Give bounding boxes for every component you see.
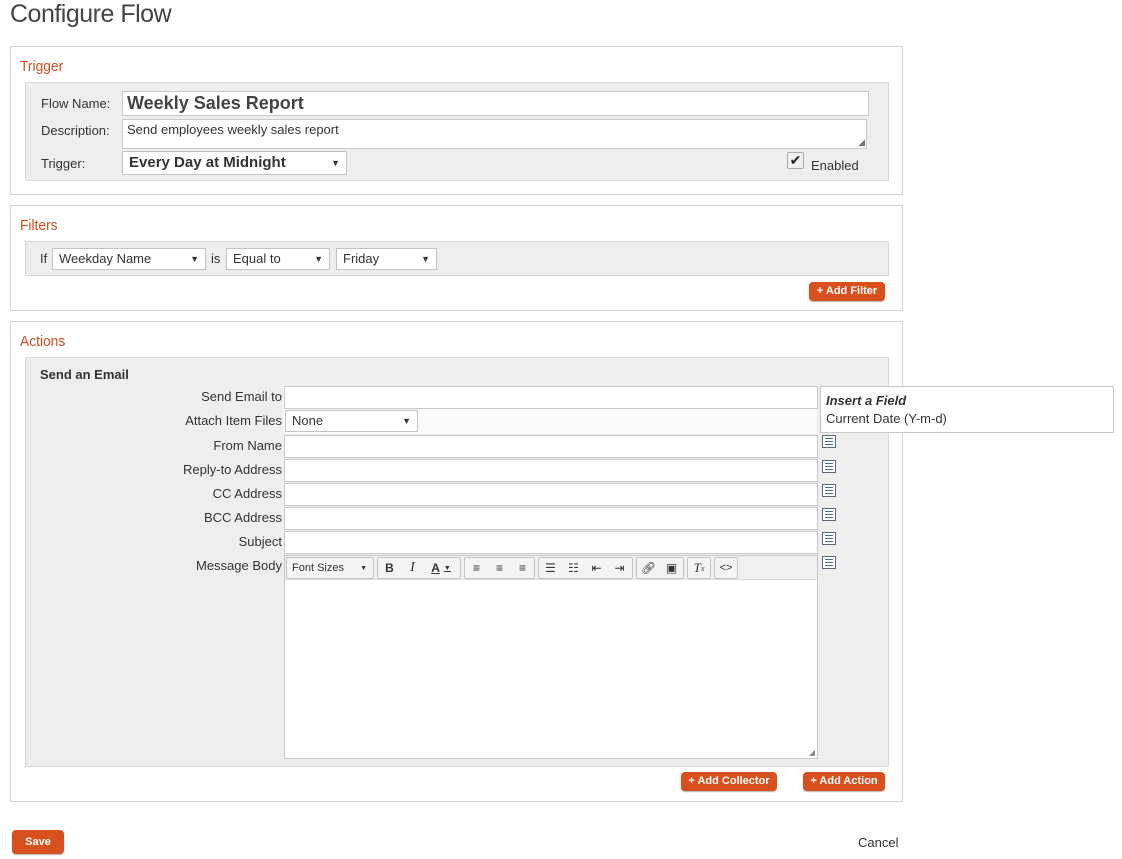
filter-operator-value: Equal to <box>233 251 281 266</box>
bold-icon[interactable]: B <box>378 558 401 578</box>
image-icon[interactable]: ▣ <box>660 558 683 578</box>
filter-is-label: is <box>211 251 221 266</box>
chevron-down-icon: ▼ <box>402 416 411 426</box>
chevron-down-icon: ▼ <box>190 254 199 264</box>
filter-value-select[interactable]: Friday ▼ <box>336 248 437 270</box>
insert-field-popover: Insert a Field Current Date (Y-m-d) <box>820 386 1114 433</box>
chevron-down-icon: ▼ <box>360 564 367 572</box>
chevron-down-icon: ▼ <box>421 254 430 264</box>
font-size-select[interactable]: Font Sizes ▼ <box>286 557 374 579</box>
source-group: <> <box>714 557 738 579</box>
link-icon[interactable]: 🔗︎ <box>637 558 660 578</box>
align-group: ≡ ≡ ≡ <box>464 557 535 579</box>
actions-section-title: Actions <box>20 333 66 350</box>
filter-field-select[interactable]: Weekday Name ▼ <box>52 248 206 270</box>
page-title: Configure Flow <box>10 0 172 28</box>
add-filter-button[interactable]: + Add Filter <box>809 282 885 301</box>
description-label: Description: <box>41 123 110 138</box>
reply-to-label: Reply-to Address <box>183 462 282 477</box>
cc-label: CC Address <box>212 486 282 501</box>
insert-field-option[interactable]: Current Date (Y-m-d) <box>826 411 947 426</box>
source-code-icon[interactable]: <> <box>715 558 737 578</box>
enabled-label: Enabled <box>811 158 859 173</box>
italic-icon[interactable]: I <box>401 558 424 578</box>
insert-group: 🔗︎ ▣ <box>636 557 684 579</box>
flow-name-value: Weekly Sales Report <box>127 93 304 113</box>
bullet-list-icon[interactable]: ☰ <box>539 558 562 578</box>
outdent-icon[interactable]: ⇤ <box>585 558 608 578</box>
chevron-down-icon: ▼ <box>314 254 323 264</box>
resize-handle-icon[interactable]: ◢ <box>858 137 865 148</box>
send-email-heading: Send an Email <box>40 367 129 382</box>
format-group: B I A ▼ <box>377 557 461 579</box>
insert-field-title: Insert a Field <box>826 393 907 408</box>
trigger-panel: Flow Name: Weekly Sales Report Descripti… <box>25 82 889 181</box>
send-to-input[interactable] <box>284 386 818 409</box>
reply-to-input[interactable] <box>284 459 818 482</box>
bcc-label: BCC Address <box>203 510 282 525</box>
subject-input[interactable] <box>284 531 818 554</box>
filter-operator-select[interactable]: Equal to ▼ <box>226 248 330 270</box>
description-textarea[interactable]: Send employees weekly sales report ◢ <box>122 119 867 149</box>
trigger-section: Trigger Flow Name: Weekly Sales Report D… <box>10 46 903 195</box>
message-body-label: Message Body <box>196 558 282 573</box>
send-to-label: Send Email to <box>201 389 282 404</box>
clear-format-group: Tx <box>687 557 711 579</box>
cc-input[interactable] <box>284 483 818 506</box>
filters-section-title: Filters <box>20 217 58 234</box>
filter-compare-value: Friday <box>343 251 380 266</box>
from-name-input[interactable] <box>284 435 818 458</box>
filters-section: Filters If Weekday Name ▼ is Equal to ▼ … <box>10 205 903 311</box>
subject-label: Subject <box>238 534 282 549</box>
trigger-select[interactable]: Every Day at Midnight ▼ <box>122 151 347 175</box>
save-button[interactable]: Save <box>12 830 64 854</box>
align-center-icon[interactable]: ≡ <box>488 558 511 578</box>
attach-label: Attach Item Files <box>185 413 282 428</box>
description-value: Send employees weekly sales report <box>127 122 339 137</box>
send-email-panel: Send an Email Send Email to Attach Item … <box>25 357 889 767</box>
filter-row-panel: If Weekday Name ▼ is Equal to ▼ Friday ▼ <box>25 241 889 276</box>
font-sizes-label: Font Sizes <box>292 562 344 574</box>
attach-files-value: None <box>292 413 324 428</box>
indent-icon[interactable]: ⇥ <box>608 558 631 578</box>
enabled-checkbox[interactable]: ✔ <box>787 152 804 169</box>
list-group: ☰ ☷ ⇤ ⇥ <box>538 557 633 579</box>
trigger-section-title: Trigger <box>20 58 64 75</box>
chevron-down-icon: ▼ <box>331 158 340 168</box>
message-body-editor[interactable]: Font Sizes ▼ B I A ▼ ≡ ≡ ≡ ☰ ☷ ⇤ ⇥ 🔗︎ ▣ … <box>284 555 818 759</box>
insert-field-icon[interactable] <box>822 460 836 473</box>
filter-field-value: Weekday Name <box>59 251 152 266</box>
insert-field-icon[interactable] <box>822 508 836 521</box>
text-color-icon[interactable]: A ▼ <box>424 558 458 578</box>
flow-name-input[interactable]: Weekly Sales Report <box>122 91 869 116</box>
cancel-link[interactable]: Cancel <box>858 835 898 850</box>
clear-formatting-icon[interactable]: Tx <box>688 558 710 578</box>
align-right-icon[interactable]: ≡ <box>511 558 534 578</box>
bcc-input[interactable] <box>284 507 818 530</box>
insert-field-icon[interactable] <box>822 532 836 545</box>
editor-toolbar: Font Sizes ▼ B I A ▼ ≡ ≡ ≡ ☰ ☷ ⇤ ⇥ 🔗︎ ▣ … <box>285 556 817 580</box>
flow-name-label: Flow Name: <box>41 96 111 111</box>
attach-files-select[interactable]: None ▼ <box>285 410 418 432</box>
insert-field-icon[interactable] <box>822 484 836 497</box>
filter-if-label: If <box>40 251 48 266</box>
from-name-label: From Name <box>213 438 282 453</box>
add-action-button[interactable]: + Add Action <box>803 772 885 791</box>
add-collector-button[interactable]: + Add Collector <box>681 772 777 791</box>
actions-section: Actions Send an Email Send Email to Atta… <box>10 321 903 802</box>
numbered-list-icon[interactable]: ☷ <box>562 558 585 578</box>
align-left-icon[interactable]: ≡ <box>465 558 488 578</box>
trigger-select-value: Every Day at Midnight <box>129 154 286 171</box>
editor-resize-icon[interactable]: ◢ <box>809 748 815 757</box>
insert-field-icon[interactable] <box>822 435 836 448</box>
insert-field-icon[interactable] <box>822 556 836 569</box>
trigger-label: Trigger: <box>41 156 86 171</box>
